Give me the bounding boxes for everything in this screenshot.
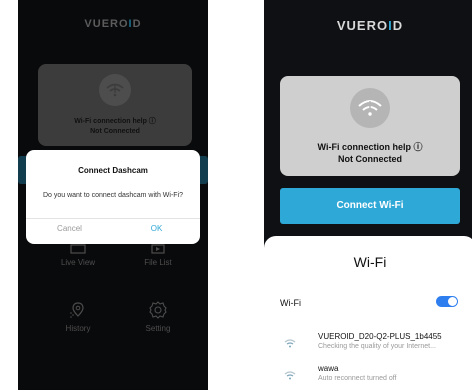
dialog-divider — [26, 218, 200, 219]
network-name: wawa — [318, 364, 339, 373]
wifi-signal-icon — [284, 371, 296, 380]
wifi-bottom-sheet: Wi-Fi Wi-Fi VUEROID_D20-Q2-PLUS_1b4455 C… — [264, 236, 472, 390]
dialog-message: Do you want to connect dashcam with Wi-F… — [42, 192, 184, 199]
wifi-off-icon — [350, 88, 390, 128]
wifi-help-link[interactable]: Wi-Fi connection help ⓘ — [280, 140, 460, 153]
dialog-title: Connect Dashcam — [78, 166, 148, 175]
wifi-toggle-label: Wi-Fi — [280, 298, 301, 308]
toggle-knob — [448, 297, 457, 306]
network-status: Auto reconnect turned off — [318, 375, 397, 382]
cancel-button[interactable]: Cancel — [26, 224, 113, 233]
network-status: Checking the quality of your Internet... — [318, 343, 436, 350]
ok-button[interactable]: OK — [113, 224, 200, 233]
wifi-signal-icon — [284, 339, 296, 348]
right-phone-screen: VUEROID Wi-Fi connection help ⓘ Not Conn… — [264, 0, 472, 390]
wifi-help-card[interactable]: Wi-Fi connection help ⓘ Not Connected — [280, 76, 460, 176]
connect-dashcam-dialog: Connect Dashcam Do you want to connect d… — [26, 150, 200, 244]
sheet-title: Wi-Fi — [353, 254, 387, 270]
connection-status: Not Connected — [338, 154, 402, 164]
left-phone-screen: VUEROID Wi-Fi connection help ⓘ Not Conn… — [18, 0, 208, 390]
network-name: VUEROID_D20-Q2-PLUS_1b4455 — [318, 332, 442, 341]
app-logo: VUEROID — [336, 18, 404, 33]
wifi-toggle[interactable] — [436, 296, 458, 307]
connect-wifi-button[interactable]: Connect Wi-Fi — [280, 188, 460, 224]
